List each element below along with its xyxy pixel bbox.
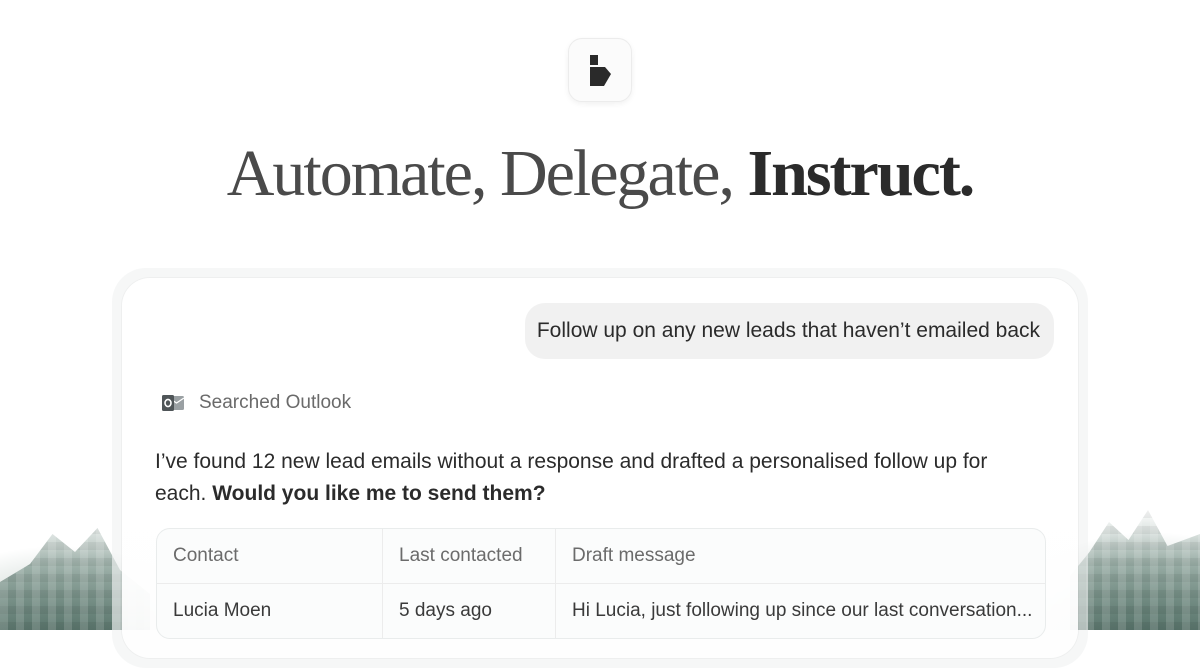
- tool-status-row: Searched Outlook: [162, 392, 351, 414]
- table-header-row: Contact Last contacted Draft message: [157, 529, 1045, 583]
- assistant-question: Would you like me to send them?: [212, 482, 546, 505]
- header-contact: Contact: [173, 545, 239, 566]
- brand-logo-icon: [590, 55, 611, 86]
- chat-card: Follow up on any new leads that haven’t …: [122, 278, 1078, 658]
- headline-part-2: Instruct.: [747, 137, 975, 210]
- pixel-trees-right: [1070, 510, 1200, 630]
- headline-part-1: Automate, Delegate,: [226, 137, 748, 210]
- leads-table: Contact Last contacted Draft message Luc…: [156, 528, 1046, 639]
- header-draft-message: Draft message: [555, 529, 1045, 583]
- user-message-text: Follow up on any new leads that haven’t …: [536, 319, 1040, 342]
- headline: Automate, Delegate, Instruct.: [0, 136, 1200, 212]
- header-last-contacted: Last contacted: [382, 529, 555, 583]
- user-message-bubble: Follow up on any new leads that haven’t …: [524, 303, 1054, 359]
- outlook-icon: [162, 394, 185, 412]
- tool-status-label: Searched Outlook: [199, 392, 352, 413]
- assistant-reply: I’ve found 12 new lead emails without a …: [155, 446, 1035, 510]
- brand-logo: [568, 38, 632, 102]
